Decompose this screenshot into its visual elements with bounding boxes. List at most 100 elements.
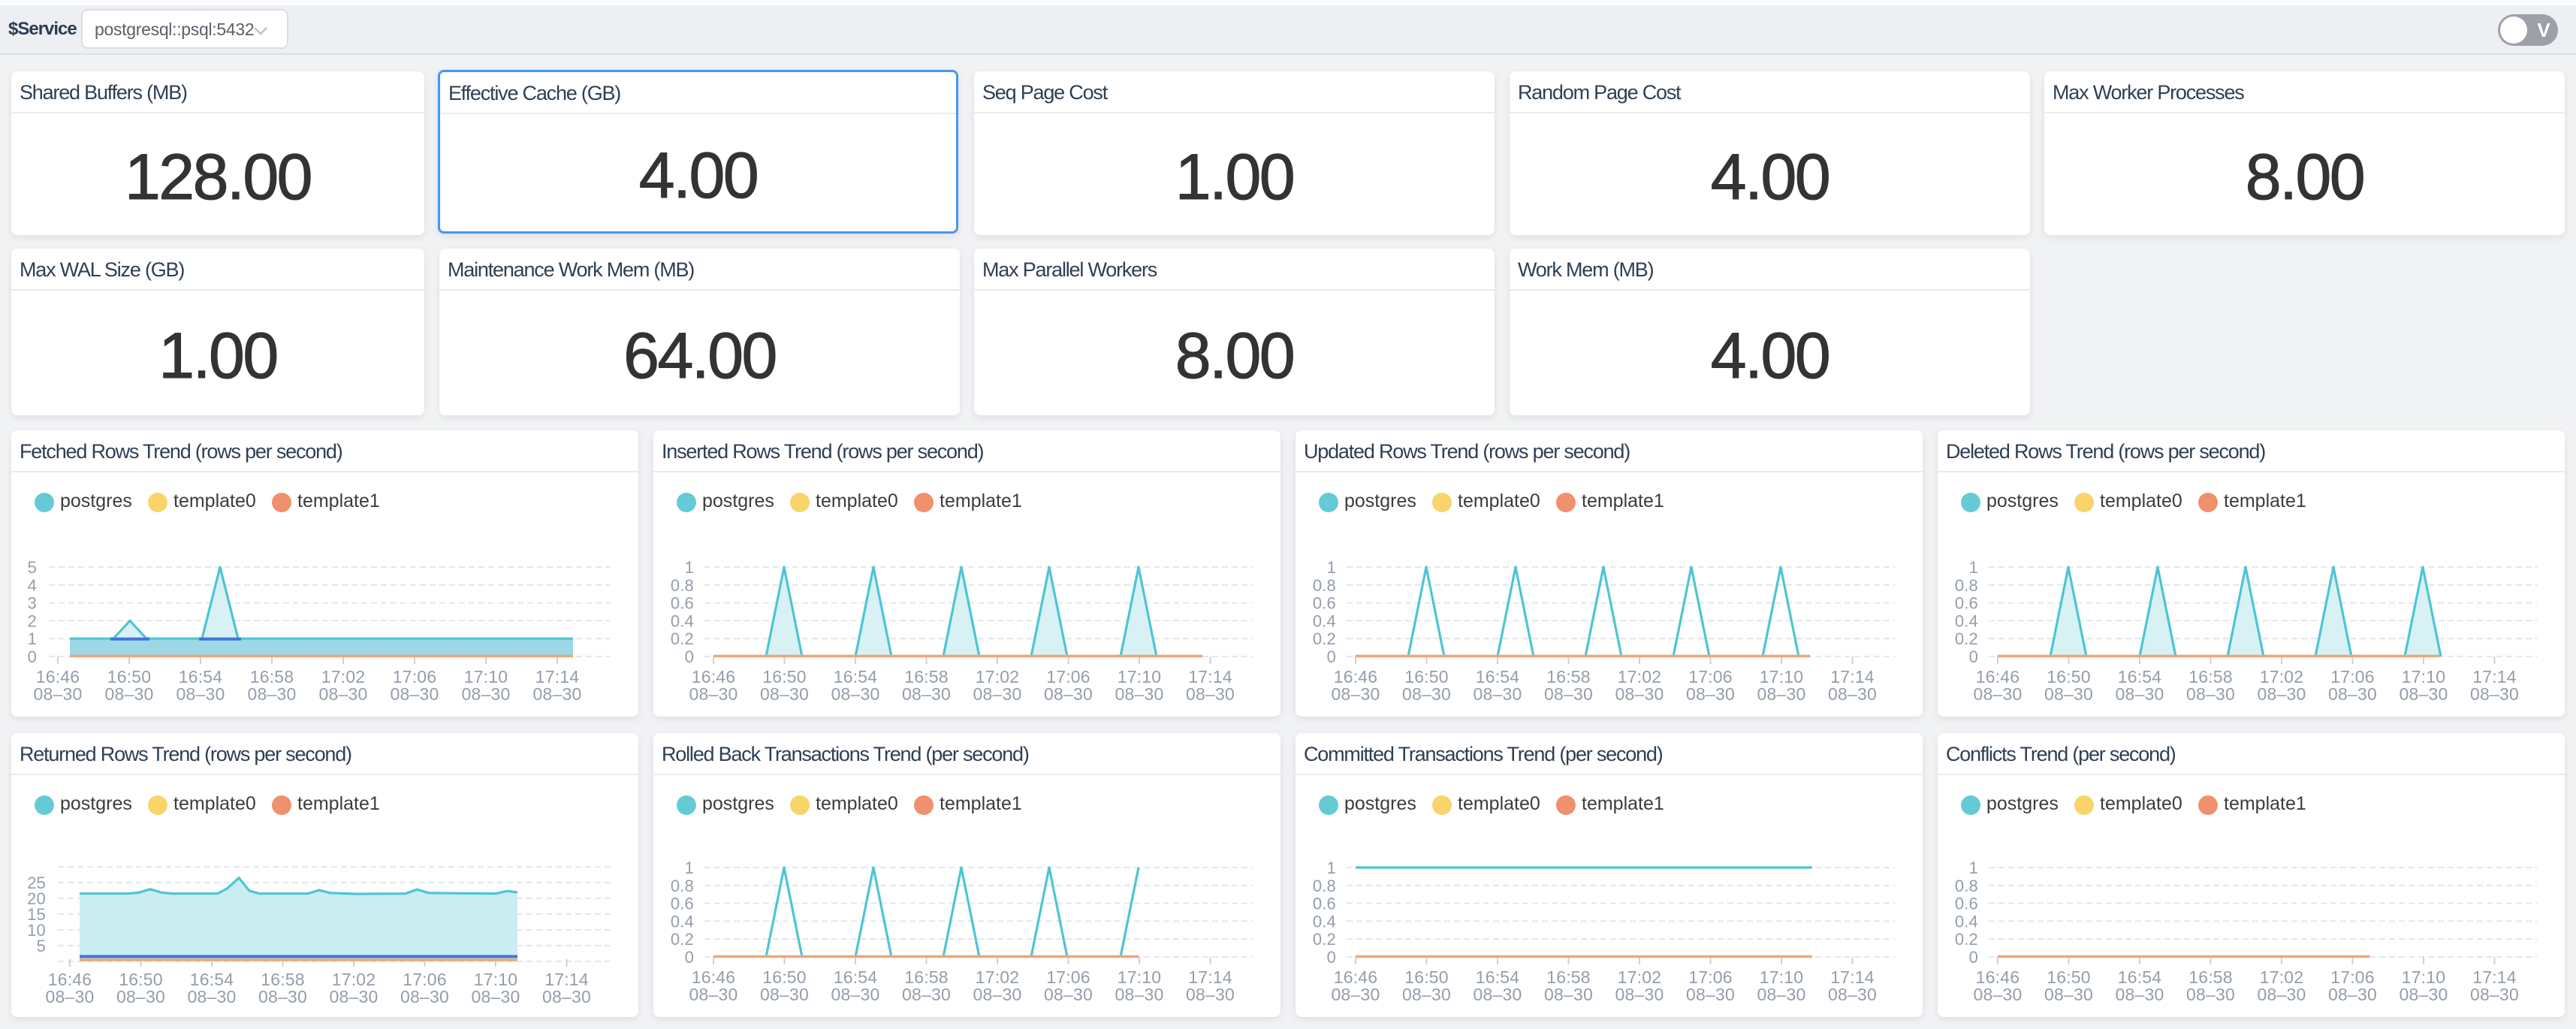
svg-text:1: 1 — [685, 558, 694, 577]
svg-text:4: 4 — [28, 576, 37, 595]
svg-text:08–30: 08–30 — [2186, 985, 2235, 1004]
svg-text:0.6: 0.6 — [1955, 895, 1978, 913]
svg-text:1: 1 — [1327, 558, 1336, 577]
svg-text:0.4: 0.4 — [671, 611, 694, 630]
svg-text:08–30: 08–30 — [689, 985, 738, 1004]
svg-text:08–30: 08–30 — [116, 987, 165, 1006]
svg-text:08–30: 08–30 — [2044, 684, 2093, 704]
svg-text:0: 0 — [1327, 948, 1336, 967]
svg-text:08–30: 08–30 — [2328, 985, 2377, 1004]
svg-text:08–30: 08–30 — [902, 684, 951, 704]
svg-text:08–30: 08–30 — [34, 684, 83, 704]
svg-text:08–30: 08–30 — [391, 684, 439, 704]
svg-text:08–30: 08–30 — [1757, 684, 1806, 704]
svg-text:08–30: 08–30 — [2044, 985, 2093, 1004]
svg-text:08–30: 08–30 — [1402, 684, 1451, 704]
svg-text:08–30: 08–30 — [46, 987, 95, 1006]
svg-text:08–30: 08–30 — [2258, 684, 2306, 704]
svg-text:1: 1 — [28, 629, 37, 648]
svg-text:5: 5 — [37, 937, 46, 955]
svg-text:0.2: 0.2 — [1313, 930, 1336, 949]
svg-text:08–30: 08–30 — [902, 985, 951, 1004]
svg-text:0: 0 — [1969, 647, 1978, 666]
svg-text:08–30: 08–30 — [258, 987, 307, 1006]
svg-text:08–30: 08–30 — [2258, 985, 2306, 1004]
svg-text:0.2: 0.2 — [1955, 930, 1978, 949]
svg-text:0: 0 — [685, 948, 694, 967]
svg-text:1: 1 — [1327, 859, 1336, 877]
svg-text:0.8: 0.8 — [1955, 877, 1978, 895]
svg-text:0: 0 — [685, 647, 694, 666]
svg-text:08–30: 08–30 — [2116, 985, 2164, 1004]
svg-text:08–30: 08–30 — [1615, 684, 1664, 704]
svg-text:0.2: 0.2 — [1313, 629, 1336, 648]
svg-text:08–30: 08–30 — [1115, 985, 1164, 1004]
svg-text:08–30: 08–30 — [1828, 684, 1877, 704]
svg-text:08–30: 08–30 — [472, 987, 520, 1006]
svg-text:1: 1 — [1969, 558, 1978, 577]
svg-text:08–30: 08–30 — [533, 684, 582, 704]
svg-text:08–30: 08–30 — [2186, 684, 2235, 704]
svg-text:0.8: 0.8 — [1955, 576, 1978, 595]
svg-text:0.8: 0.8 — [1313, 877, 1336, 895]
svg-text:08–30: 08–30 — [105, 684, 154, 704]
svg-text:0.4: 0.4 — [1955, 611, 1978, 630]
svg-text:5: 5 — [28, 558, 37, 577]
svg-text:08–30: 08–30 — [400, 987, 449, 1006]
svg-text:0.4: 0.4 — [1955, 912, 1978, 931]
svg-text:08–30: 08–30 — [1757, 985, 1806, 1004]
svg-text:08–30: 08–30 — [689, 684, 738, 704]
svg-text:1: 1 — [685, 859, 694, 877]
svg-text:08–30: 08–30 — [319, 684, 368, 704]
svg-text:0.6: 0.6 — [1313, 895, 1336, 913]
svg-text:0.4: 0.4 — [1313, 611, 1336, 630]
svg-text:08–30: 08–30 — [760, 684, 809, 704]
svg-text:2: 2 — [28, 611, 37, 630]
svg-text:0: 0 — [1327, 647, 1336, 666]
svg-text:08–30: 08–30 — [1332, 985, 1380, 1004]
svg-text:08–30: 08–30 — [2400, 684, 2448, 704]
svg-text:08–30: 08–30 — [1044, 985, 1093, 1004]
svg-text:08–30: 08–30 — [2328, 684, 2377, 704]
svg-text:08–30: 08–30 — [1115, 684, 1164, 704]
svg-text:0.2: 0.2 — [1955, 629, 1978, 648]
svg-text:08–30: 08–30 — [1186, 985, 1235, 1004]
svg-text:08–30: 08–30 — [1474, 985, 1522, 1004]
svg-text:08–30: 08–30 — [2400, 985, 2448, 1004]
svg-text:08–30: 08–30 — [831, 985, 880, 1004]
svg-text:08–30: 08–30 — [176, 684, 225, 704]
svg-text:1: 1 — [1969, 859, 1978, 877]
svg-text:08–30: 08–30 — [1186, 684, 1235, 704]
svg-text:08–30: 08–30 — [1544, 985, 1593, 1004]
svg-text:08–30: 08–30 — [2116, 684, 2164, 704]
svg-text:08–30: 08–30 — [831, 684, 880, 704]
svg-text:0.8: 0.8 — [671, 877, 694, 895]
svg-text:3: 3 — [28, 594, 37, 613]
svg-text:08–30: 08–30 — [1686, 684, 1735, 704]
svg-text:08–30: 08–30 — [330, 987, 379, 1006]
svg-text:0.8: 0.8 — [671, 576, 694, 595]
svg-text:08–30: 08–30 — [188, 987, 237, 1006]
svg-text:08–30: 08–30 — [462, 684, 511, 704]
svg-text:0.2: 0.2 — [671, 629, 694, 648]
svg-text:08–30: 08–30 — [973, 684, 1022, 704]
svg-text:0.4: 0.4 — [671, 912, 694, 931]
svg-text:08–30: 08–30 — [1332, 684, 1380, 704]
svg-text:08–30: 08–30 — [1615, 985, 1664, 1004]
svg-text:0.6: 0.6 — [1955, 594, 1978, 613]
svg-text:08–30: 08–30 — [1828, 985, 1877, 1004]
svg-text:08–30: 08–30 — [1402, 985, 1451, 1004]
svg-text:0.6: 0.6 — [1313, 594, 1336, 613]
svg-text:08–30: 08–30 — [760, 985, 809, 1004]
svg-text:08–30: 08–30 — [248, 684, 297, 704]
svg-text:08–30: 08–30 — [973, 985, 1022, 1004]
svg-text:08–30: 08–30 — [1544, 684, 1593, 704]
svg-text:08–30: 08–30 — [1686, 985, 1735, 1004]
svg-text:08–30: 08–30 — [1044, 684, 1093, 704]
svg-text:08–30: 08–30 — [1474, 684, 1522, 704]
svg-text:08–30: 08–30 — [1974, 684, 2022, 704]
svg-text:0.6: 0.6 — [671, 895, 694, 913]
svg-text:08–30: 08–30 — [542, 987, 591, 1006]
svg-text:0.8: 0.8 — [1313, 576, 1336, 595]
svg-text:08–30: 08–30 — [2470, 684, 2519, 704]
